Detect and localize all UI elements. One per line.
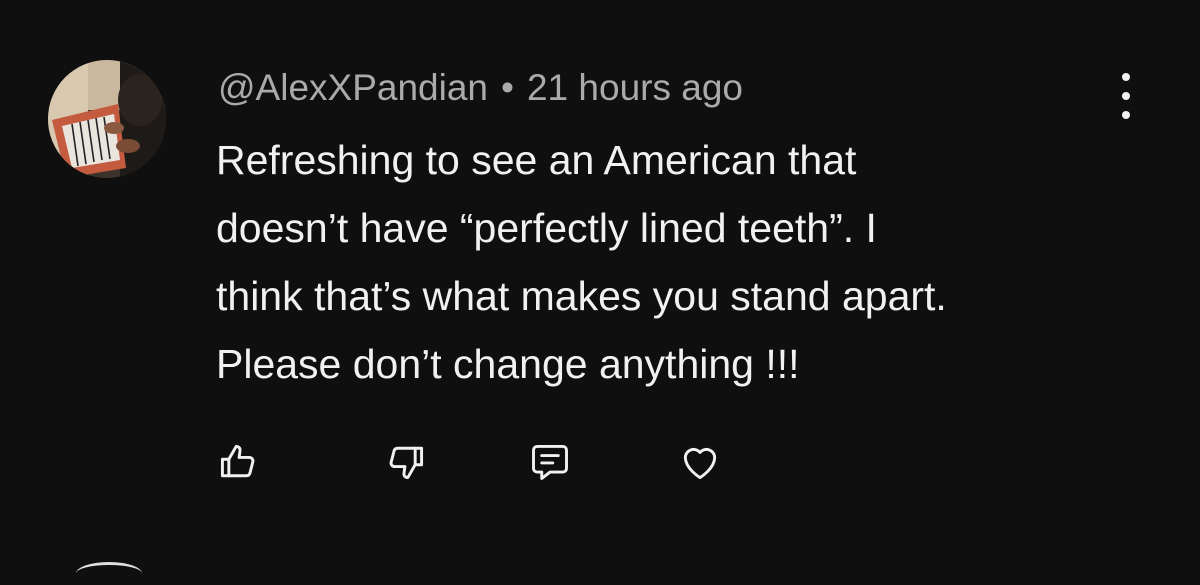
comment-text-line: Refreshing to see an American that — [216, 137, 857, 183]
reply-button[interactable] — [522, 434, 578, 490]
reply-icon — [532, 444, 568, 480]
meta-separator: • — [501, 67, 514, 108]
comment-text-line: doesn’t have “perfectly lined teeth”. I — [216, 205, 877, 251]
heart-button[interactable] — [672, 434, 728, 490]
avatar[interactable] — [48, 60, 166, 178]
comment-timestamp: 21 hours ago — [526, 67, 743, 108]
heart-icon — [683, 447, 717, 480]
comment-thread-item: @AlexXPandian • 21 hours ago Refreshing to… — [0, 0, 1200, 569]
dislike-button[interactable] — [378, 434, 434, 490]
comment-text-line: think that’s what makes you stand apart. — [216, 273, 947, 319]
thumbs-up-icon — [220, 444, 255, 478]
more-options-button[interactable] — [1106, 72, 1146, 120]
next-comment-avatar[interactable] — [76, 562, 142, 585]
comment-text-line: Please don’t change anything !!! — [216, 341, 800, 387]
avatar-image — [48, 60, 166, 178]
like-button[interactable] — [210, 434, 266, 490]
comment-text: Refreshing to see an American that doesn… — [216, 126, 1116, 398]
more-vertical-icon — [1122, 72, 1130, 120]
thumbs-down-icon — [389, 446, 424, 480]
comment-meta: @AlexXPandian • 21 hours ago — [218, 66, 743, 110]
comment-author[interactable]: @AlexXPandian — [218, 67, 488, 108]
